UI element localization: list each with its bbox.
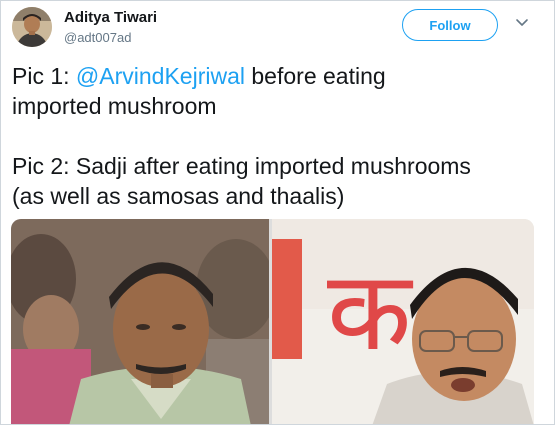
media-photo-left[interactable] xyxy=(11,219,269,424)
follow-button[interactable]: Follow xyxy=(402,9,498,41)
tweet-line-2: imported mushroom xyxy=(12,93,217,119)
banner-text: क xyxy=(327,247,414,375)
photo-man-with-glasses-speaking: क xyxy=(272,219,534,424)
tweet-card: Aditya Tiwari @adt007ad Follow Pic 1: @A… xyxy=(0,0,555,425)
tweet-text-part: Pic 1: xyxy=(12,63,76,89)
author-handle[interactable]: @adt007ad xyxy=(64,30,131,45)
tweet-line-4: (as well as samosas and thaalis) xyxy=(12,183,345,209)
media-photo-right[interactable]: क xyxy=(272,219,534,424)
tweet-media[interactable]: क xyxy=(11,219,534,424)
tweet-text: Pic 1: @ArvindKejriwal before eating imp… xyxy=(12,61,547,211)
tweet-line-3: Pic 2: Sadji after eating imported mushr… xyxy=(12,153,471,179)
chevron-down-icon[interactable] xyxy=(514,15,530,31)
photo-thin-man-in-crowd xyxy=(11,219,269,424)
author-avatar[interactable] xyxy=(12,7,52,47)
tweet-text-part: before eating xyxy=(245,63,386,89)
avatar-image xyxy=(12,7,52,47)
tweet-line-1: Pic 1: @ArvindKejriwal before eating xyxy=(12,61,547,91)
author-name[interactable]: Aditya Tiwari xyxy=(64,9,157,26)
mention-link[interactable]: @ArvindKejriwal xyxy=(76,63,245,89)
